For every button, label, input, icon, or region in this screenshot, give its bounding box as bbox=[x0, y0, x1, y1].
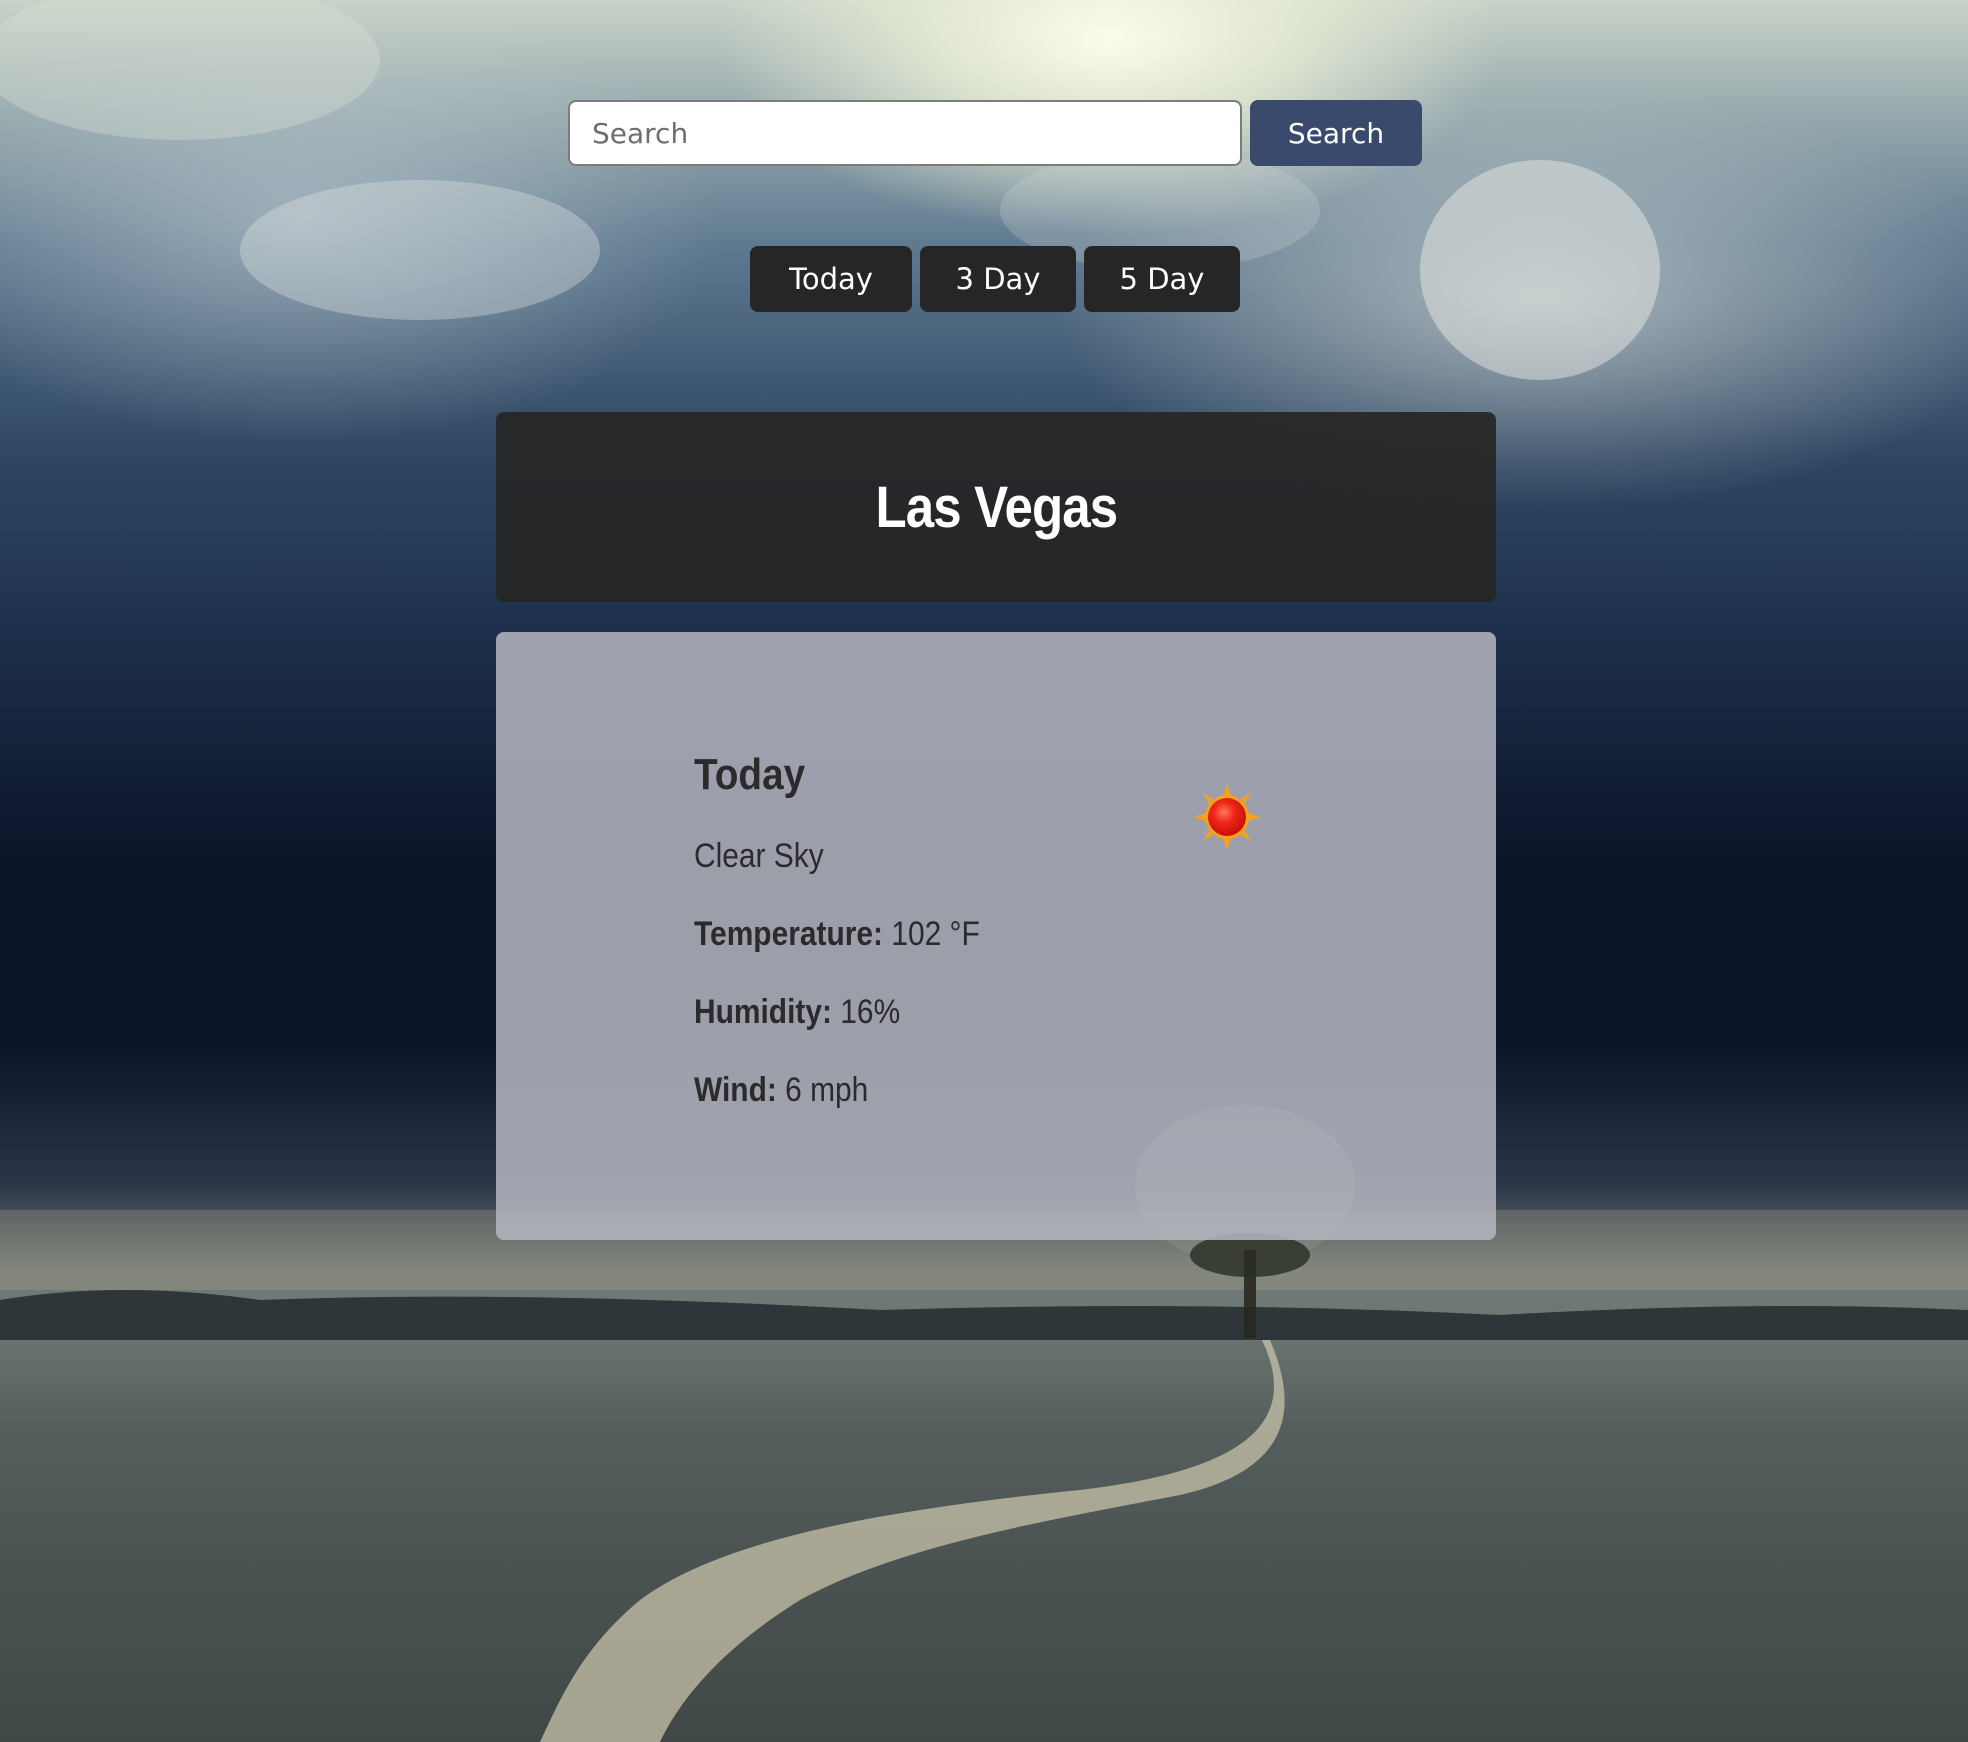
tab-3-day[interactable]: 3 Day bbox=[920, 246, 1076, 312]
forecast-tabs: Today 3 Day 5 Day bbox=[750, 246, 1240, 312]
temperature-value: 102 °F bbox=[891, 915, 980, 953]
condition-text: Clear Sky bbox=[694, 837, 824, 875]
temperature-label: Temperature: bbox=[694, 915, 883, 953]
wind-line: Wind: 6 mph bbox=[694, 1070, 980, 1148]
humidity-label: Humidity: bbox=[694, 993, 832, 1031]
wind-label: Wind: bbox=[694, 1071, 777, 1109]
search-button[interactable]: Search bbox=[1250, 100, 1422, 166]
humidity-value: 16% bbox=[840, 993, 901, 1031]
tab-today[interactable]: Today bbox=[750, 246, 912, 312]
sun-icon bbox=[1194, 784, 1260, 850]
temperature-line: Temperature: 102 °F bbox=[694, 914, 980, 992]
humidity-line: Humidity: 16% bbox=[694, 992, 980, 1070]
tab-5-day[interactable]: 5 Day bbox=[1084, 246, 1240, 312]
search-input[interactable] bbox=[568, 100, 1242, 166]
wind-value: 6 mph bbox=[785, 1071, 869, 1109]
search-bar: Search bbox=[568, 100, 1422, 166]
weather-details: Today Clear Sky Temperature: 102 °F Humi… bbox=[694, 750, 1019, 1148]
city-header: Las Vegas bbox=[496, 412, 1496, 602]
weather-card: Today Clear Sky Temperature: 102 °F Humi… bbox=[496, 632, 1496, 1240]
city-name: Las Vegas bbox=[875, 474, 1118, 540]
day-title: Today bbox=[694, 750, 806, 799]
